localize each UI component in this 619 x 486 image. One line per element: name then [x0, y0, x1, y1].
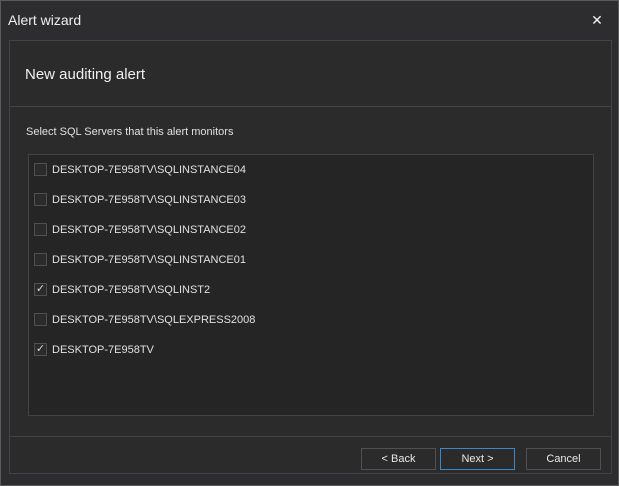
server-item[interactable]: DESKTOP-7E958TV\SQLINSTANCE03: [29, 185, 593, 215]
instruction-label: Select SQL Servers that this alert monit…: [26, 126, 234, 138]
server-checkbox[interactable]: [34, 223, 47, 236]
server-label: DESKTOP-7E958TV: [52, 344, 154, 356]
server-label: DESKTOP-7E958TV\SQLINST2: [52, 284, 211, 296]
cancel-button[interactable]: Cancel: [526, 448, 601, 470]
server-item[interactable]: ✓ DESKTOP-7E958TV\SQLINST2: [29, 275, 593, 305]
alert-wizard-window: Alert wizard ✕ New auditing alert Select…: [0, 0, 619, 486]
server-item[interactable]: DESKTOP-7E958TV\SQLINSTANCE01: [29, 245, 593, 275]
server-label: DESKTOP-7E958TV\SQLEXPRESS2008: [52, 314, 256, 326]
server-label: DESKTOP-7E958TV\SQLINSTANCE01: [52, 254, 246, 266]
server-checkbox[interactable]: [34, 253, 47, 266]
back-button[interactable]: < Back: [361, 448, 436, 470]
server-label: DESKTOP-7E958TV\SQLINSTANCE03: [52, 194, 246, 206]
server-checkbox[interactable]: [34, 193, 47, 206]
server-item[interactable]: DESKTOP-7E958TV\SQLEXPRESS2008: [29, 305, 593, 335]
server-item[interactable]: DESKTOP-7E958TV\SQLINSTANCE04: [29, 155, 593, 185]
server-item[interactable]: DESKTOP-7E958TV\SQLINSTANCE02: [29, 215, 593, 245]
wizard-header: New auditing alert: [10, 41, 611, 107]
server-item[interactable]: ✓ DESKTOP-7E958TV: [29, 335, 593, 365]
server-label: DESKTOP-7E958TV\SQLINSTANCE02: [52, 224, 246, 236]
close-button[interactable]: ✕: [588, 10, 606, 30]
wizard-panel: New auditing alert Select SQL Servers th…: [9, 40, 612, 474]
page-title: New auditing alert: [25, 66, 146, 83]
next-button[interactable]: Next >: [440, 448, 515, 470]
server-label: DESKTOP-7E958TV\SQLINSTANCE04: [52, 164, 246, 176]
server-checkbox[interactable]: [34, 163, 47, 176]
server-checkbox-checked[interactable]: ✓: [34, 343, 47, 356]
button-bar: < Back Next > Cancel: [10, 436, 611, 474]
server-checkbox[interactable]: [34, 313, 47, 326]
server-checkbox-checked[interactable]: ✓: [34, 283, 47, 296]
title-bar: Alert wizard ✕: [1, 1, 618, 39]
server-list: DESKTOP-7E958TV\SQLINSTANCE04 DESKTOP-7E…: [28, 154, 594, 416]
window-title: Alert wizard: [8, 12, 82, 28]
